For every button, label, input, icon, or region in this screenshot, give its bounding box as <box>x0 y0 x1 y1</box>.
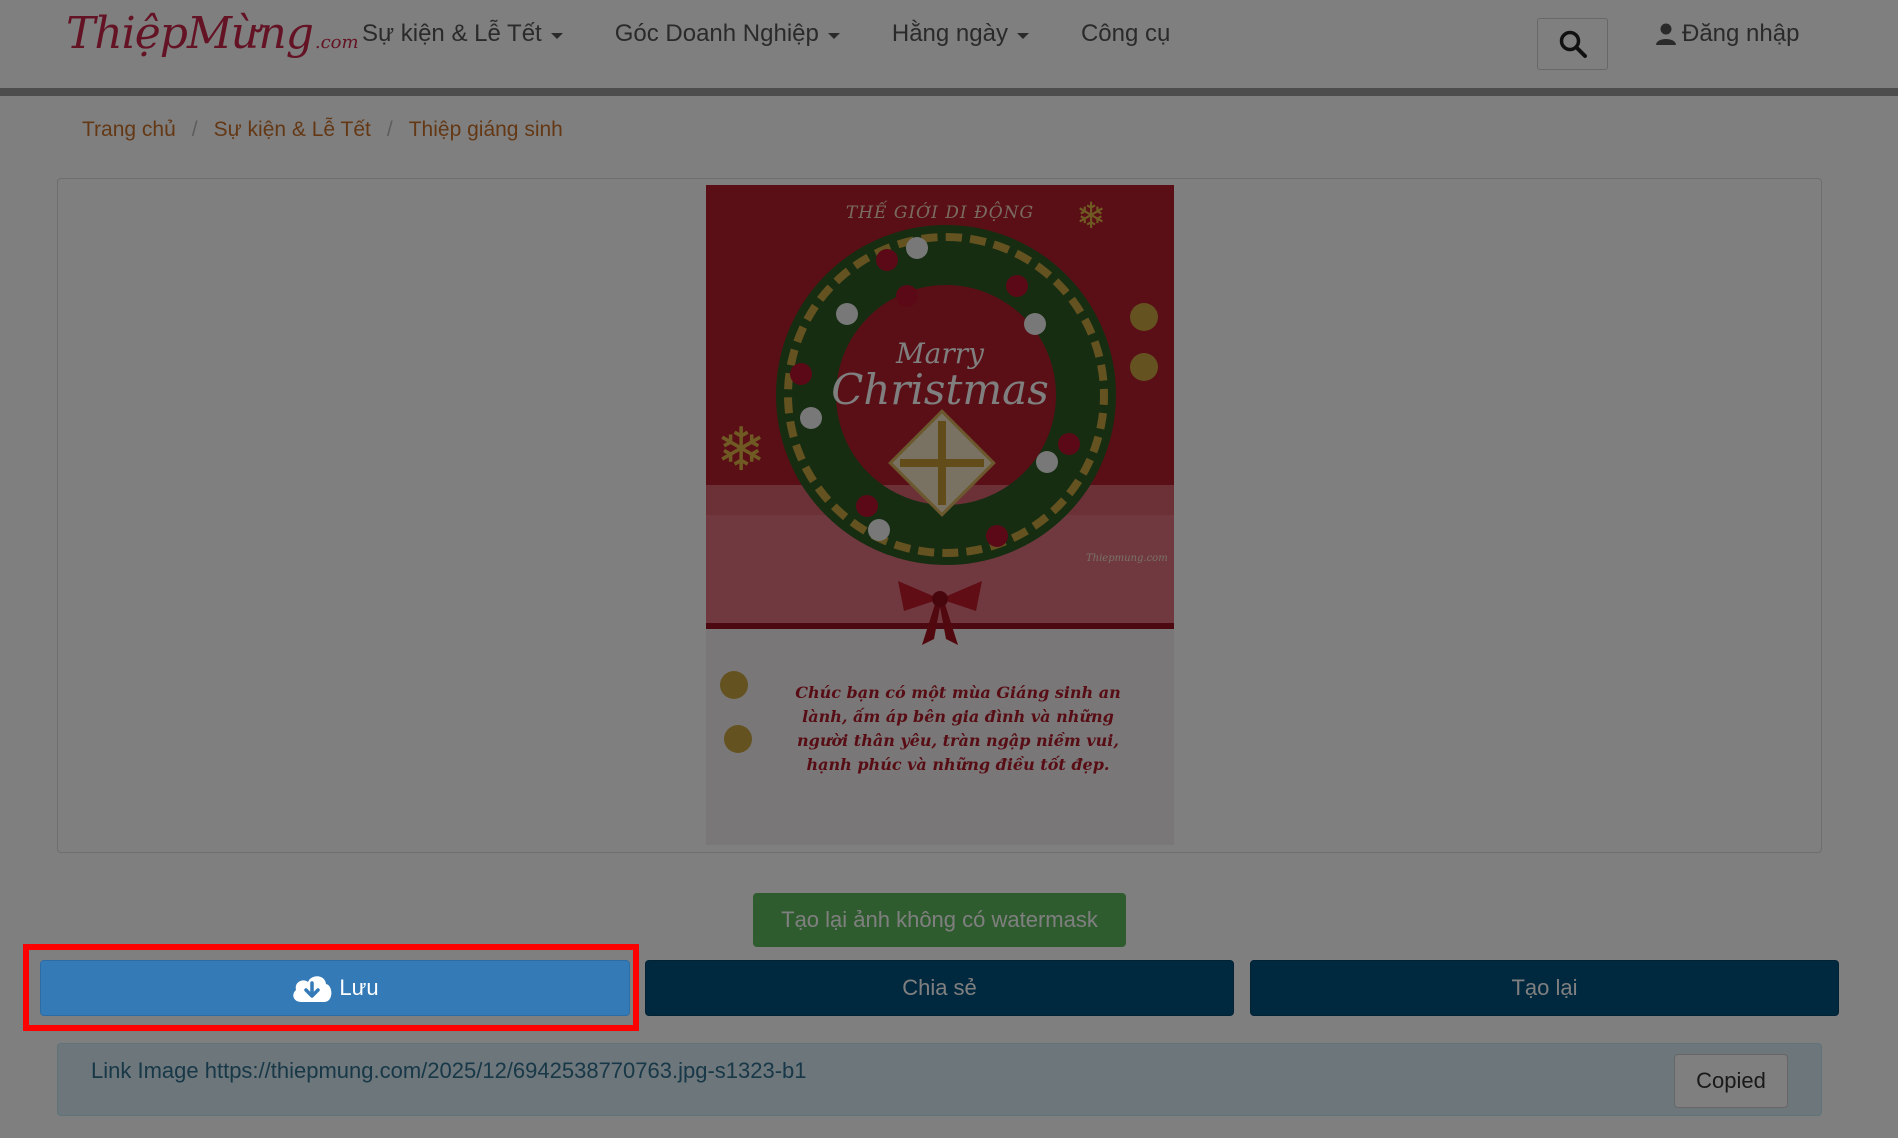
copy-link-button[interactable]: Copied <box>1674 1054 1788 1108</box>
card-christmas-text: Christmas <box>831 365 1049 414</box>
caret-down-icon <box>827 32 840 39</box>
bow-graphic <box>898 581 982 645</box>
caret-down-icon <box>1016 32 1029 39</box>
snowflake-icon: ❄ <box>1076 195 1107 236</box>
ornament-ball <box>868 519 890 541</box>
share-button[interactable]: Chia sẻ <box>645 960 1234 1016</box>
ornament-ball <box>856 495 878 517</box>
save-label: Lưu <box>339 975 379 1000</box>
nav-item-label: Góc Doanh Nghiệp <box>614 20 819 47</box>
ornament-ball <box>986 525 1008 547</box>
card-message: Chúc bạn có một mùa Giáng sinh an lành, … <box>795 683 1121 774</box>
image-link-text[interactable]: Link Image https://thiepmung.com/2025/12… <box>91 1058 807 1084</box>
breadcrumb-christmas-cards[interactable]: Thiệp giáng sinh <box>409 118 563 142</box>
main-nav: Sự kiện & Lễ Tết Góc Doanh Nghiệp Hằng n… <box>362 20 1222 48</box>
bell-icon <box>1130 303 1158 331</box>
caret-down-icon <box>550 32 563 39</box>
nav-item-events[interactable]: Sự kiện & Lễ Tết <box>362 20 563 48</box>
logo-domain: .com <box>314 32 359 53</box>
regenerate-no-watermark-button[interactable]: Tạo lại ảnh không có watermask <box>753 893 1126 947</box>
ornament-ball <box>1058 433 1080 455</box>
save-button[interactable]: Lưu <box>40 960 630 1016</box>
ornament-ball <box>836 303 858 325</box>
redo-button[interactable]: Tạo lại <box>1250 960 1839 1016</box>
ornament-ball <box>1006 275 1028 297</box>
login-label: Đăng nhập <box>1682 20 1800 47</box>
breadcrumb-home[interactable]: Trang chủ <box>82 118 176 142</box>
site-logo[interactable]: ThiệpMừng .com <box>66 8 359 78</box>
breadcrumb-separator: / <box>386 118 393 141</box>
site-header: ThiệpMừng .com Sự kiện & Lễ Tết Góc Doan… <box>0 0 1898 96</box>
nav-item-business[interactable]: Góc Doanh Nghiệp <box>615 20 840 48</box>
ornament-ball <box>896 285 918 307</box>
nav-item-label: Công cụ <box>1080 20 1171 47</box>
ornament-ball <box>1024 313 1046 335</box>
login-link[interactable]: Đăng nhập <box>1656 20 1799 48</box>
nav-item-label: Sự kiện & Lễ Tết <box>362 20 542 47</box>
ornament-ball <box>906 237 928 259</box>
nav-item-tools[interactable]: Công cụ <box>1081 20 1170 48</box>
image-link-bar: Link Image https://thiepmung.com/2025/12… <box>57 1043 1822 1116</box>
breadcrumb-separator: / <box>191 118 198 141</box>
ornament-ball <box>1036 451 1058 473</box>
logo-text: ThiệpMừng <box>66 8 314 59</box>
bell-icon <box>724 725 752 753</box>
bell-icon <box>720 671 748 699</box>
user-icon <box>1656 23 1676 45</box>
nav-item-label: Hằng ngày <box>891 20 1008 47</box>
breadcrumb-events[interactable]: Sự kiện & Lễ Tết <box>214 118 371 142</box>
christmas-card-image: THẾ GIỚI DI ĐỘNG ❄ ❄ Marry Christmas Thi… <box>706 185 1174 845</box>
search-button[interactable] <box>1537 18 1608 70</box>
ornament-ball <box>876 249 898 271</box>
gift-ribbon <box>900 459 984 467</box>
card-signpost-text: Thiepmung.com <box>1086 553 1168 564</box>
nav-item-daily[interactable]: Hằng ngày <box>892 20 1029 48</box>
breadcrumb: Trang chủ / Sự kiện & Lễ Tết / Thiệp giá… <box>82 118 563 142</box>
cloud-download-icon <box>293 976 332 1002</box>
snowflake-icon: ❄ <box>716 416 767 483</box>
search-icon <box>1559 30 1587 58</box>
